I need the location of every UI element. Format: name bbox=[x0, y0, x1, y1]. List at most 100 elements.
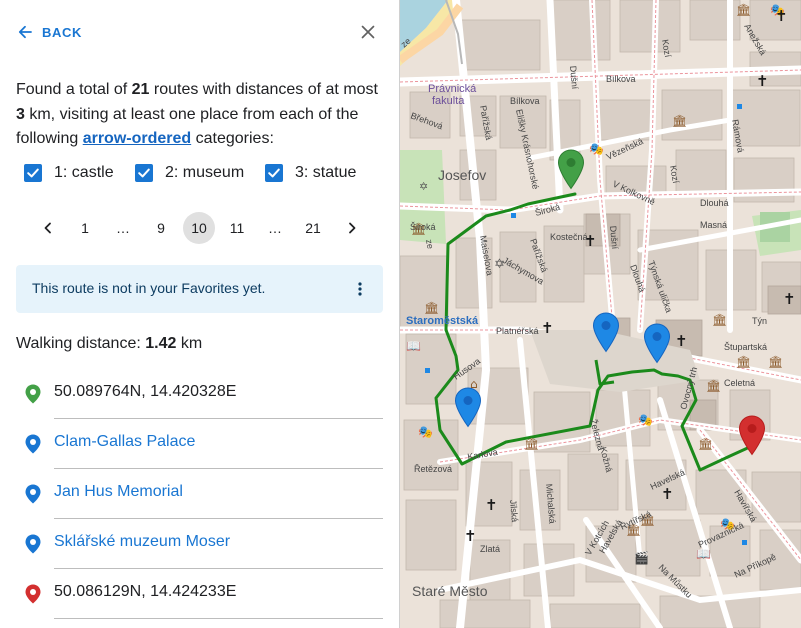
map-label: Kostečná bbox=[550, 232, 588, 242]
prev-page-button[interactable] bbox=[32, 212, 64, 244]
checkbox-checked-icon[interactable] bbox=[265, 164, 283, 182]
svg-text:📖: 📖 bbox=[406, 339, 421, 353]
svg-text:🏛: 🏛 bbox=[524, 437, 539, 451]
svg-text:✝: ✝ bbox=[756, 72, 769, 90]
svg-text:🏛: 🏛 bbox=[698, 437, 713, 451]
map-pin-green-icon bbox=[25, 384, 41, 404]
category-statue-checkbox[interactable]: 3: statue bbox=[265, 164, 356, 182]
pagination: 1 … 9 10 11 … 21 bbox=[30, 212, 370, 244]
checkbox-checked-icon[interactable] bbox=[24, 164, 42, 182]
close-icon bbox=[361, 25, 375, 39]
map-label: Široká bbox=[410, 222, 436, 232]
page-button-21[interactable]: 21 bbox=[297, 212, 329, 244]
svg-text:✝: ✝ bbox=[661, 485, 674, 503]
map-label: Štupartská bbox=[724, 342, 767, 352]
svg-text:🏛: 🏛 bbox=[768, 355, 783, 369]
svg-text:🎭: 🎭 bbox=[418, 425, 433, 439]
summary-text: categories: bbox=[191, 130, 274, 147]
map-pin-red-icon bbox=[25, 584, 41, 604]
map-pin-blue-icon bbox=[25, 484, 41, 504]
svg-text:🏛: 🏛 bbox=[706, 379, 721, 393]
map-label: Bílkova bbox=[510, 96, 540, 106]
svg-text:✝: ✝ bbox=[675, 332, 688, 350]
svg-text:✡: ✡ bbox=[419, 180, 428, 193]
close-button[interactable] bbox=[356, 20, 380, 44]
checkbox-checked-icon[interactable] bbox=[135, 164, 153, 182]
back-button[interactable]: BACK bbox=[18, 20, 82, 44]
summary-text: routes with distances of at most bbox=[149, 81, 378, 98]
stop-label: 50.086129N, 14.424233E bbox=[54, 583, 237, 600]
svg-text:✝: ✝ bbox=[783, 290, 796, 308]
map-label: Právnická bbox=[428, 83, 477, 95]
map-canvas[interactable]: 🎭 🏛 🏛 📖 ⌂ 🏛 🎭 🎭 🏛 🏛 🏛 🏛 🏛 🏛 🎭 🏛 🏛 🎬 🎭 📖 … bbox=[400, 0, 801, 628]
summary-text: Found a total of bbox=[16, 81, 132, 98]
route-stop-jan-hus[interactable]: Jan Hus Memorial bbox=[24, 476, 384, 526]
svg-text:🏛: 🏛 bbox=[712, 313, 727, 327]
map-label: Dušní bbox=[568, 65, 580, 90]
svg-text:✝: ✝ bbox=[541, 319, 554, 337]
max-distance: 3 bbox=[16, 105, 25, 123]
more-vert-icon bbox=[358, 282, 362, 296]
map-label: Bílkova bbox=[606, 74, 636, 84]
map-label: ze bbox=[424, 239, 436, 250]
category-museum-checkbox[interactable]: 2: museum bbox=[135, 164, 244, 182]
walking-distance-value: 1.42 bbox=[145, 335, 177, 352]
map-pin-blue-icon bbox=[25, 434, 41, 454]
page-button-11[interactable]: 11 bbox=[221, 212, 253, 244]
divider bbox=[54, 518, 383, 519]
map-label: Platnéřská bbox=[496, 326, 539, 336]
svg-text:🏛: 🏛 bbox=[736, 355, 751, 369]
route-count: 21 bbox=[131, 81, 150, 98]
category-castle-checkbox[interactable]: 1: castle bbox=[24, 164, 114, 182]
stop-label: 50.089764N, 14.420328E bbox=[54, 383, 237, 400]
map-label: Dušní bbox=[608, 225, 620, 250]
stop-link[interactable]: Jan Hus Memorial bbox=[54, 483, 183, 501]
walking-distance-label: Walking distance: bbox=[16, 335, 146, 352]
page-button-10-current[interactable]: 10 bbox=[183, 212, 215, 244]
back-label: BACK bbox=[42, 24, 82, 40]
more-options-button[interactable] bbox=[348, 277, 372, 301]
category-label: 2: museum bbox=[165, 164, 245, 181]
divider bbox=[54, 468, 383, 469]
svg-text:🎬: 🎬 bbox=[634, 551, 649, 565]
map-label: Zlatá bbox=[480, 544, 500, 554]
map-label: Řetězová bbox=[414, 464, 452, 474]
map-label: Jilská bbox=[508, 499, 520, 522]
divider bbox=[54, 618, 383, 619]
svg-text:✝: ✝ bbox=[775, 7, 788, 25]
walking-distance: Walking distance: 1.42 km bbox=[16, 335, 202, 353]
route-stop-end[interactable]: 50.086129N, 14.424233E bbox=[24, 576, 384, 626]
divider bbox=[54, 568, 383, 569]
route-stop-clam-gallas[interactable]: Clam-Gallas Palace bbox=[24, 426, 384, 476]
favorites-notice: This route is not in your Favorites yet. bbox=[16, 265, 383, 313]
map-label: Staré Město bbox=[412, 583, 488, 599]
route-stop-moser[interactable]: Sklářské muzeum Moser bbox=[24, 526, 384, 576]
page-button-1[interactable]: 1 bbox=[69, 212, 101, 244]
route-stop-start[interactable]: 50.089764N, 14.420328E bbox=[24, 376, 384, 426]
map-view[interactable]: 🎭 🏛 🏛 📖 ⌂ 🏛 🎭 🎭 🏛 🏛 🏛 🏛 🏛 🏛 🎭 🏛 🏛 🎬 🎭 📖 … bbox=[400, 0, 801, 628]
page-ellipsis: … bbox=[268, 220, 282, 236]
next-page-button[interactable] bbox=[336, 212, 368, 244]
svg-text:🎭: 🎭 bbox=[638, 413, 653, 427]
panel-header: BACK bbox=[0, 0, 399, 62]
category-label: 1: castle bbox=[54, 164, 114, 181]
svg-text:✝: ✝ bbox=[485, 496, 498, 514]
arrow-ordered-link[interactable]: arrow-ordered bbox=[83, 130, 191, 147]
route-summary: Found a total of 21 routes with distance… bbox=[16, 78, 386, 152]
svg-text:🏛: 🏛 bbox=[736, 3, 751, 17]
chevron-left-icon bbox=[44, 222, 51, 234]
category-label: 3: statue bbox=[295, 164, 357, 181]
svg-text:🎭: 🎭 bbox=[589, 142, 604, 156]
divider bbox=[54, 418, 383, 419]
map-label: Staroměstská bbox=[406, 315, 479, 327]
map-label: Josefov bbox=[438, 167, 486, 183]
svg-text:🏛: 🏛 bbox=[672, 114, 687, 128]
favorites-notice-text: This route is not in your Favorites yet. bbox=[32, 280, 266, 296]
map-label: fakulta bbox=[432, 95, 465, 107]
page-button-9[interactable]: 9 bbox=[145, 212, 177, 244]
stop-link[interactable]: Sklářské muzeum Moser bbox=[54, 533, 230, 551]
map-label: Masná bbox=[700, 220, 727, 230]
arrow-left-icon bbox=[18, 25, 32, 39]
chevron-right-icon bbox=[349, 222, 356, 234]
stop-link[interactable]: Clam-Gallas Palace bbox=[54, 433, 195, 451]
